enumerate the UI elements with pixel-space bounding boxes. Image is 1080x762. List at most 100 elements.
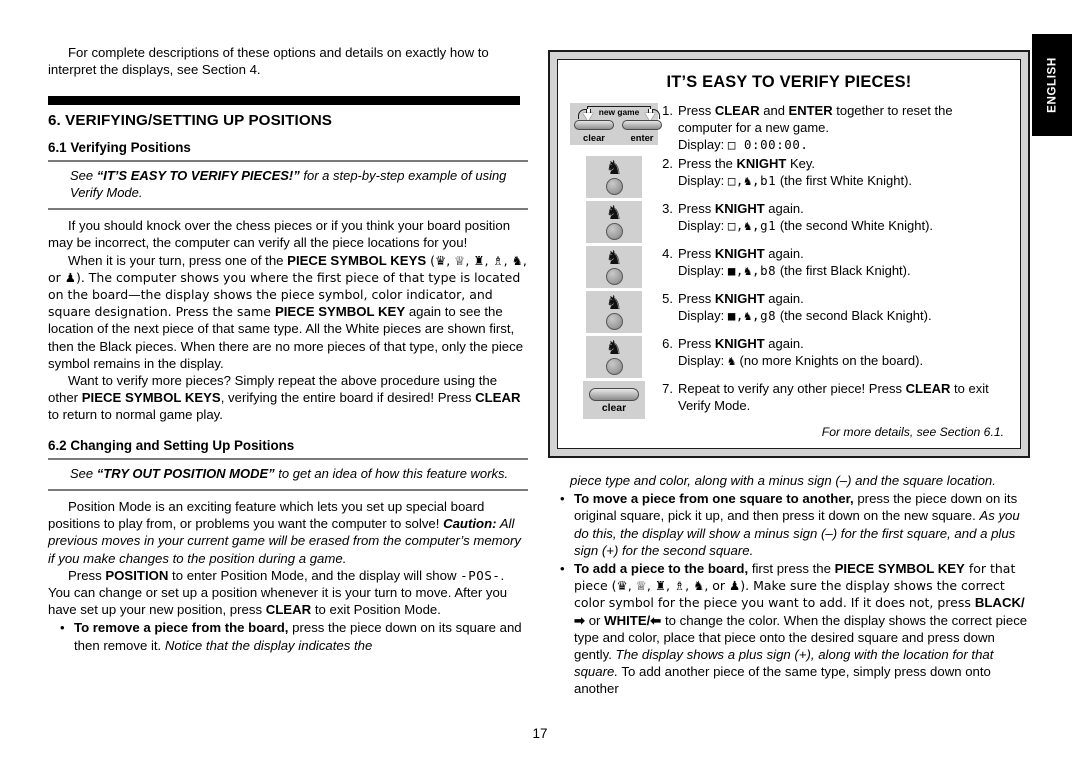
- bullet-dot: •: [560, 561, 565, 577]
- step-post: again.: [764, 201, 804, 216]
- bullet-add-t3: or: [585, 612, 605, 628]
- step-key-art: new game clear enter: [570, 102, 662, 145]
- clear-key-caption: clear: [601, 403, 627, 414]
- knight-glyph-icon: ♞: [605, 157, 623, 179]
- p3-bold-keys: PIECE SYMBOL KEYS: [81, 390, 221, 406]
- step-mid: and: [759, 103, 789, 118]
- callout-2-emphasis: “TRY OUT POSITION MODE”: [96, 465, 275, 481]
- subsection-6-1-heading: 6.1 Verifying Positions: [48, 140, 191, 156]
- bullet-add-t1: first press the: [748, 561, 835, 577]
- cont-italic-text: piece type and color, along with a minus…: [570, 473, 996, 488]
- p5-lcd-display: -POS-: [460, 567, 501, 583]
- step-display-label: Display:: [678, 218, 728, 233]
- sidebar-step: ♞ 5. Press KNIGHT again. Display: ■,♞,g8…: [570, 290, 1008, 333]
- step-text: Press KNIGHT again. Display: ■,♞,g8 (the…: [678, 290, 1008, 324]
- step-key-art: ♞: [570, 290, 658, 333]
- step-display-value: ■,♞,g8: [727, 308, 777, 323]
- bullet-dot: •: [60, 620, 65, 636]
- step-number: 4.: [662, 246, 673, 261]
- callout-verify-pieces: See “IT’S EASY TO VERIFY PIECES!” for a …: [48, 160, 528, 211]
- round-key-button[interactable]: [605, 357, 623, 375]
- step-text: Press KNIGHT again. Display: ■,♞,b8 (the…: [678, 245, 1008, 279]
- round-key-button[interactable]: [605, 177, 623, 195]
- step-key-art: ♞: [570, 335, 658, 378]
- p3-bold-clear: CLEAR: [475, 390, 521, 406]
- step-pre: Press: [678, 201, 715, 216]
- step-display-note: (the second Black Knight).: [776, 308, 932, 323]
- knight-glyph-icon: ♞: [605, 247, 623, 269]
- p2-bold-piece-symbol-keys: PIECE SYMBOL KEYS: [287, 252, 427, 268]
- new-game-key-icon[interactable]: new game clear enter: [570, 103, 662, 145]
- knight-key-icon[interactable]: ♞: [586, 291, 642, 333]
- step-key-art: ♞: [570, 200, 658, 243]
- step-bold-2: ENTER: [788, 103, 833, 118]
- round-key-button[interactable]: [605, 222, 623, 240]
- bullet-dot: •: [560, 491, 565, 507]
- step-text: Press CLEAR and ENTER together to reset …: [678, 102, 1008, 153]
- step-pre: Press: [678, 103, 715, 118]
- step-display-value: □,♞,b1: [727, 173, 777, 188]
- callout-2-prefix: See: [70, 465, 97, 481]
- round-key-button[interactable]: [605, 267, 623, 285]
- step-pre: Press: [678, 336, 715, 351]
- new-game-label: new game: [587, 106, 651, 117]
- verify-pieces-sidebar-box: IT’S EASY TO VERIFY PIECES! new game cle…: [548, 50, 1030, 458]
- language-tab-english: ENGLISH: [1032, 34, 1072, 136]
- enter-key-caption: enter: [630, 132, 654, 143]
- step-text: Press KNIGHT again. Display: ♞ (no more …: [678, 335, 1008, 369]
- step-post: Key.: [786, 156, 816, 171]
- step-number: 5.: [662, 291, 673, 306]
- bullet-remove-italic: Notice that the display indicates the: [164, 637, 373, 653]
- step-display-value: □ 0:00:00.: [727, 137, 809, 152]
- bullet-add-b2: PIECE SYMBOL KEY: [834, 561, 965, 577]
- sidebar-footnote: For more details, see Section 6.1.: [821, 425, 1004, 439]
- paragraph-position-mode: Position Mode is an exciting feature whi…: [48, 498, 528, 567]
- step-display-label: Display:: [678, 137, 728, 152]
- sidebar-inner-panel: IT’S EASY TO VERIFY PIECES! new game cle…: [557, 59, 1021, 449]
- round-key-button[interactable]: [605, 312, 623, 330]
- knight-key-icon[interactable]: ♞: [586, 246, 642, 288]
- paragraph-piece-symbol-keys: When it is your turn, press one of the P…: [48, 252, 528, 372]
- bullet-add-bold: To add a piece to the board,: [574, 561, 749, 577]
- p2-bold-piece-symbol-key: PIECE SYMBOL KEY: [274, 304, 406, 320]
- knight-key-icon[interactable]: ♞: [586, 336, 642, 378]
- callout-1-prefix: See: [70, 168, 97, 184]
- step-bold-1: KNIGHT: [714, 291, 765, 306]
- step-key-art: ♞: [570, 245, 658, 288]
- step-display-label: Display:: [678, 308, 728, 323]
- knight-key-icon[interactable]: ♞: [586, 156, 642, 198]
- step-number: 1.: [662, 103, 673, 118]
- paragraph-verify-intro: If you should knock over the chess piece…: [48, 218, 511, 251]
- step-number: 2.: [662, 156, 673, 171]
- clear-key-icon[interactable]: clear: [583, 381, 645, 419]
- step-bold-1: CLEAR: [714, 103, 760, 118]
- knight-glyph-icon: ♞: [605, 202, 623, 224]
- step-display-note: (the first White Knight).: [776, 173, 913, 188]
- step-number: 6.: [662, 336, 673, 351]
- step-display-label: Display:: [678, 353, 728, 368]
- clear-key-bar[interactable]: [589, 388, 639, 401]
- document-page: For complete descriptions of these optio…: [0, 0, 1080, 762]
- step-number: 7.: [662, 381, 673, 396]
- step-bold-1: KNIGHT: [714, 201, 765, 216]
- paragraph-continued-italic: piece type and color, along with a minus…: [570, 472, 1030, 489]
- clear-key-button[interactable]: [574, 120, 614, 130]
- p5-part1: Press: [68, 567, 106, 583]
- step-display-value: □,♞,g1: [727, 218, 777, 233]
- sidebar-step: ♞ 4. Press KNIGHT again. Display: ■,♞,b8…: [570, 245, 1008, 288]
- knight-key-icon[interactable]: ♞: [586, 201, 642, 243]
- step-display-value: ♞: [727, 353, 736, 368]
- section-heading: 6. VERIFYING/SETTING UP POSITIONS: [48, 112, 333, 130]
- page-number: 17: [532, 726, 548, 741]
- clear-key-caption: clear: [583, 132, 605, 143]
- enter-key-button[interactable]: [622, 120, 662, 130]
- callout-position-mode: See “TRY OUT POSITION MODE” to get an id…: [48, 457, 528, 492]
- step-post: again.: [764, 291, 804, 306]
- step-display-note: (the first Black Knight).: [776, 263, 911, 278]
- step-text: Repeat to verify any other piece! Press …: [678, 380, 1008, 414]
- intro-paragraph: For complete descriptions of these optio…: [48, 45, 489, 78]
- paragraph-verify-more: Want to verify more pieces? Simply repea…: [48, 372, 528, 424]
- left-bullet-list: • To remove a piece from the board, press…: [48, 619, 528, 653]
- sidebar-step: ♞ 6. Press KNIGHT again. Display: ♞ (no …: [570, 335, 1008, 378]
- p5-bold-position: POSITION: [105, 567, 169, 583]
